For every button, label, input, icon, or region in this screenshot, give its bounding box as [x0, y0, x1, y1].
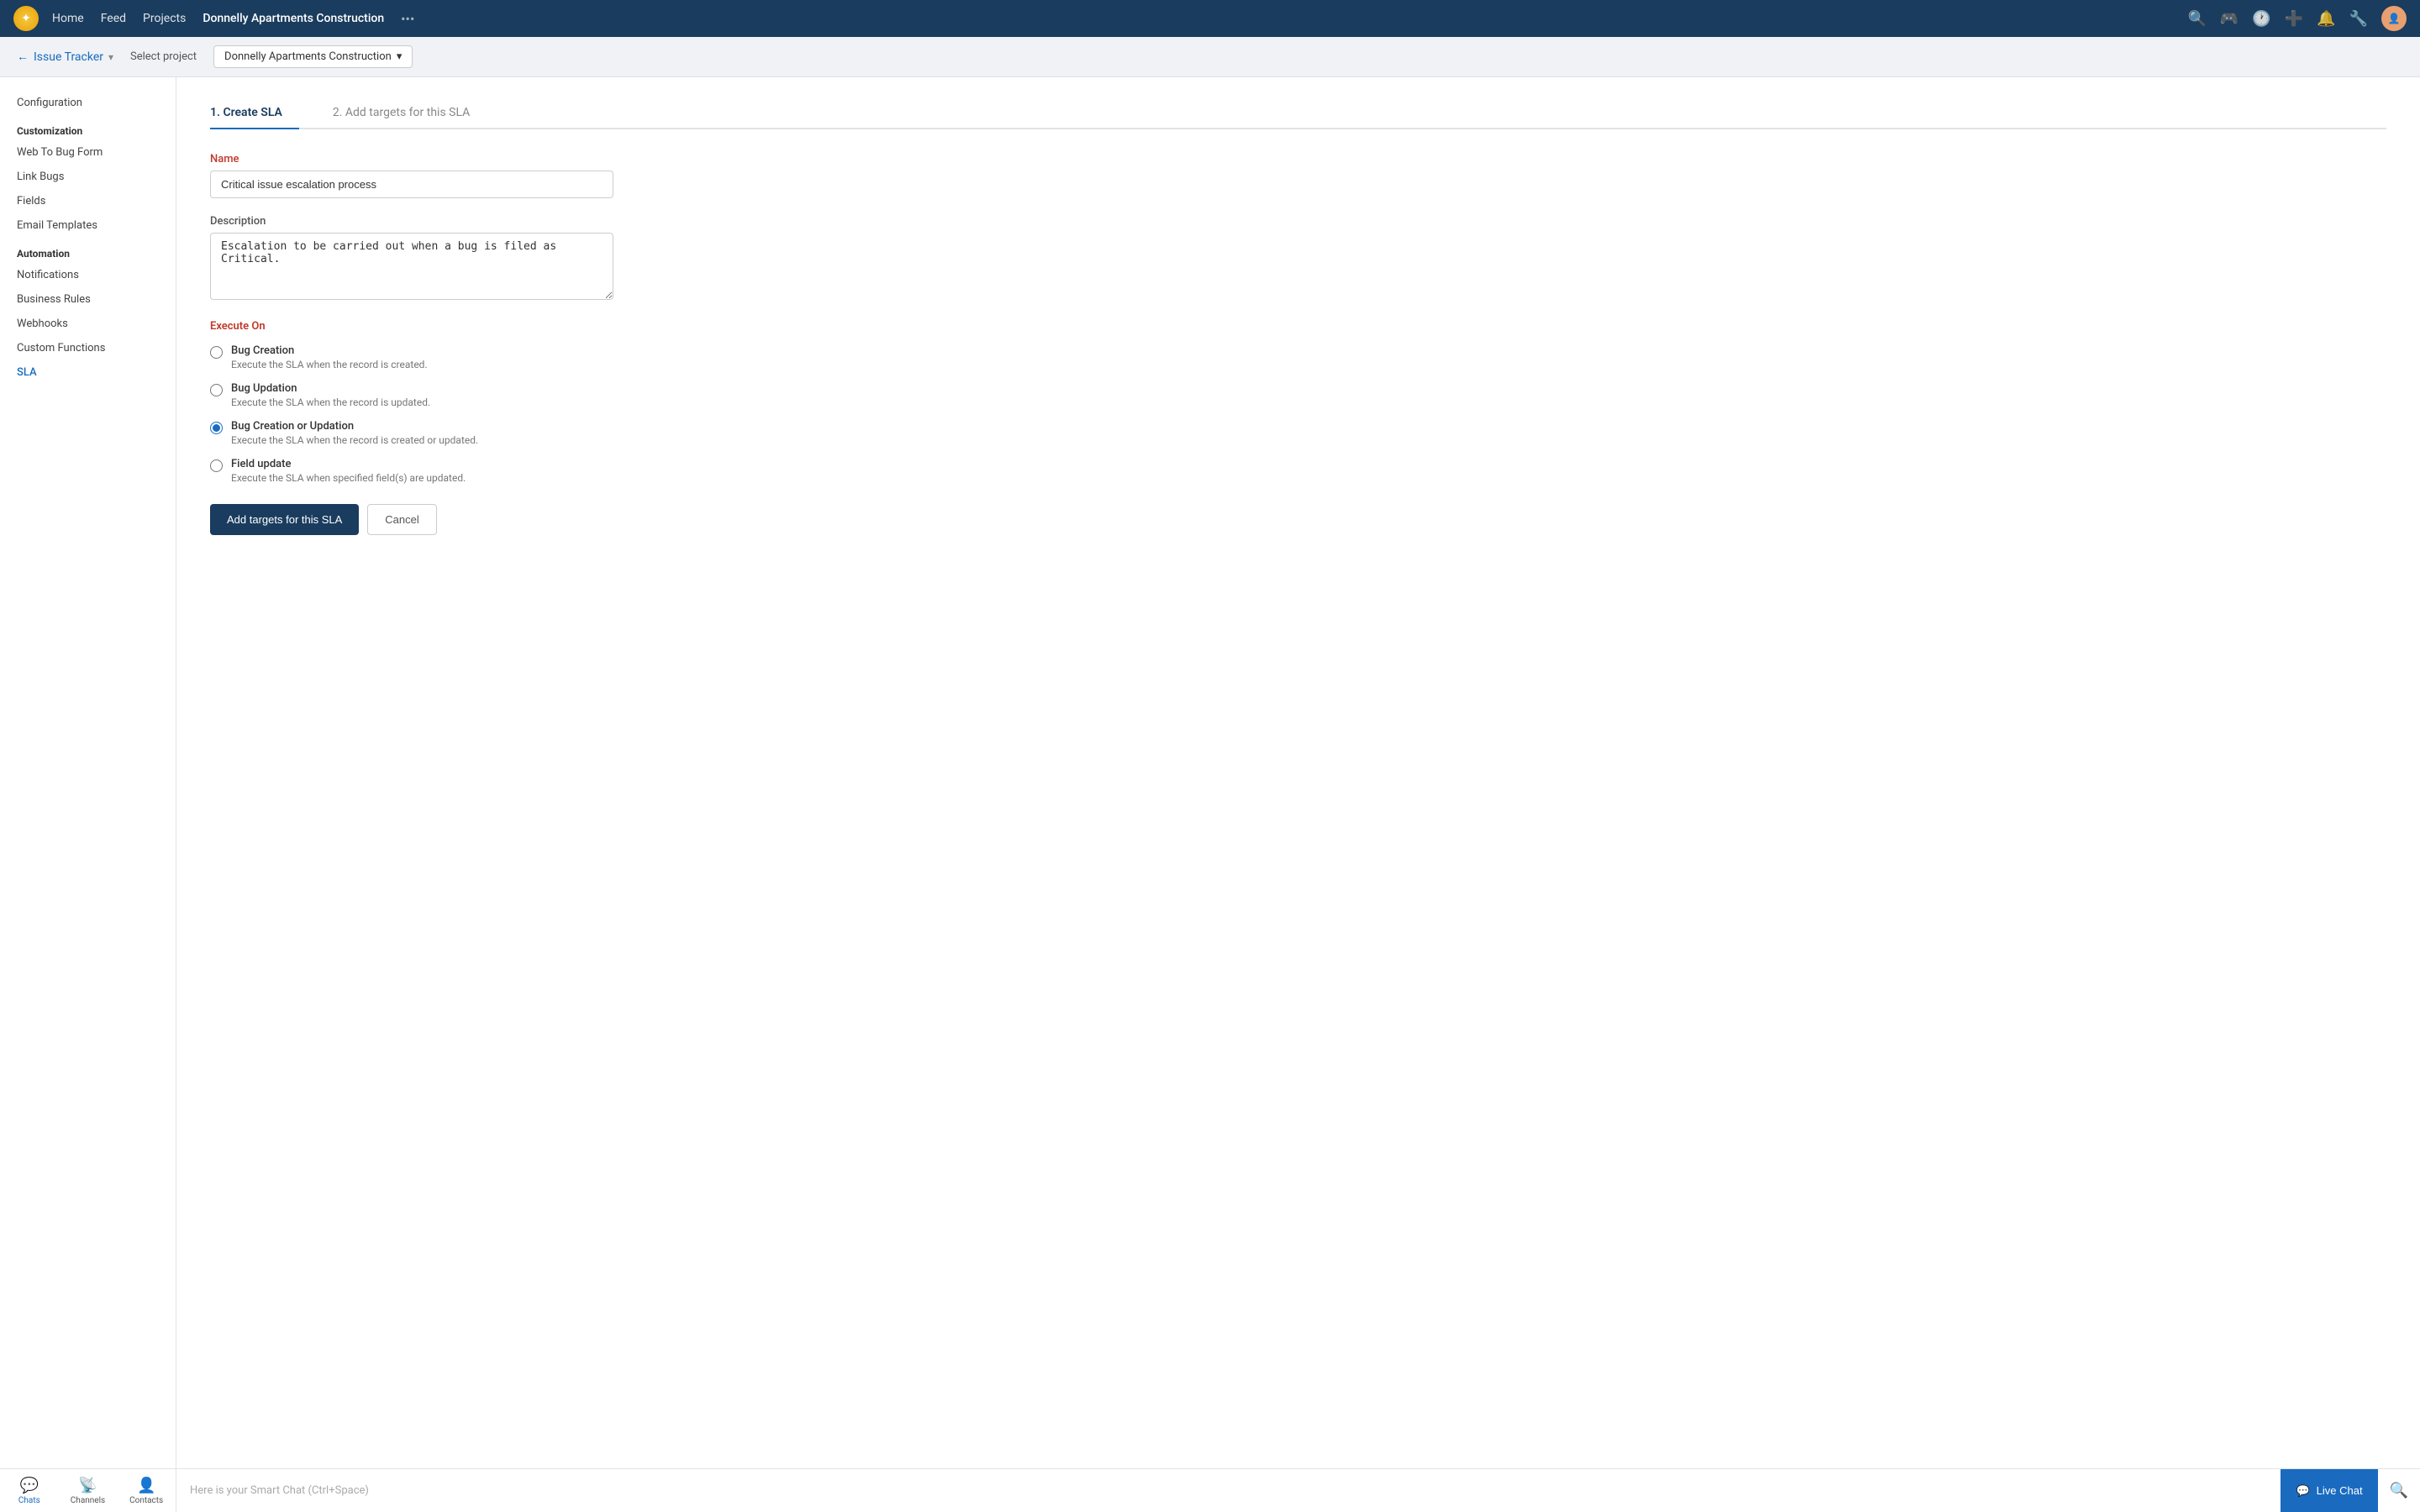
sidebar-item-fields[interactable]: Fields	[0, 189, 176, 213]
execute-on-label: Execute On	[210, 320, 613, 333]
radio-bug-creation-or-updation[interactable]: Bug Creation or Updation Execute the SLA…	[210, 420, 613, 446]
live-chat-icon: 💬	[2296, 1484, 2309, 1498]
logo-icon[interactable]: ✦	[13, 6, 39, 31]
select-project-label: Select project	[130, 50, 197, 63]
name-input[interactable]	[210, 171, 613, 198]
bottom-tab-contacts[interactable]: 👤 Contacts	[117, 1469, 176, 1512]
sidebar-item-sla[interactable]: SLA	[0, 360, 176, 385]
dropdown-icon: ▾	[108, 51, 113, 63]
bottom-tab-chats[interactable]: 💬 Chats	[0, 1469, 59, 1512]
execute-on-group: Execute On Bug Creation Execute the SLA …	[210, 320, 613, 484]
live-chat-label: Live Chat	[2317, 1484, 2363, 1497]
bottom-search-icon[interactable]: 🔍	[2378, 1482, 2420, 1499]
contacts-icon: 👤	[137, 1477, 155, 1494]
wrench-icon[interactable]: 🔧	[2349, 10, 2368, 28]
channels-label: Channels	[71, 1496, 105, 1505]
project-dropdown[interactable]: Donnelly Apartments Construction ▾	[213, 45, 413, 68]
sidebar-item-notifications[interactable]: Notifications	[0, 263, 176, 287]
sidebar-item-business-rules[interactable]: Business Rules	[0, 287, 176, 312]
sidebar-group-automation: Automation	[0, 238, 176, 263]
sidebar-item-email-templates[interactable]: Email Templates	[0, 213, 176, 238]
bottom-bar: 💬 Chats 📡 Channels 👤 Contacts Here is yo…	[0, 1468, 2420, 1512]
tab-bar: 1. Create SLA 2. Add targets for this SL…	[210, 97, 2386, 129]
radio-bug-creation-title: Bug Creation	[231, 344, 428, 357]
form-buttons: Add targets for this SLA Cancel	[210, 504, 613, 535]
name-label: Name	[210, 153, 613, 165]
sidebar: Configuration Customization Web To Bug F…	[0, 77, 176, 1468]
radio-bug-updation[interactable]: Bug Updation Execute the SLA when the re…	[210, 382, 613, 408]
top-nav: ✦ Home Feed Projects Donnelly Apartments…	[0, 0, 2420, 37]
bottom-tabs: 💬 Chats 📡 Channels 👤 Contacts	[0, 1469, 176, 1512]
main-layout: Configuration Customization Web To Bug F…	[0, 77, 2420, 1468]
nav-more-icon[interactable]: •••	[401, 11, 414, 27]
nav-right-icons: 🔍 🎮 🕐 ➕ 🔔 🔧 👤	[2187, 6, 2407, 31]
nav-home[interactable]: Home	[52, 12, 84, 25]
sidebar-item-configuration[interactable]: Configuration	[0, 91, 176, 115]
description-field-group: Description Escalation to be carried out…	[210, 215, 613, 303]
sidebar-item-link-bugs[interactable]: Link Bugs	[0, 165, 176, 189]
sidebar-item-web-to-bug-form[interactable]: Web To Bug Form	[0, 140, 176, 165]
sidebar-group-customization: Customization	[0, 115, 176, 140]
project-name: Donnelly Apartments Construction	[224, 50, 392, 63]
radio-bug-creation-input[interactable]	[210, 346, 223, 359]
sidebar-item-webhooks[interactable]: Webhooks	[0, 312, 176, 336]
nav-links: Home Feed Projects Donnelly Apartments C…	[52, 11, 2187, 27]
dropdown-chevron-icon: ▾	[397, 50, 402, 63]
description-label: Description	[210, 215, 613, 228]
sla-form: Name Description Escalation to be carrie…	[210, 153, 613, 535]
smart-chat-input[interactable]: Here is your Smart Chat (Ctrl+Space)	[176, 1484, 2281, 1497]
nav-active-project[interactable]: Donnelly Apartments Construction	[203, 12, 384, 25]
radio-bug-creation-or-updation-desc: Execute the SLA when the record is creat…	[231, 434, 478, 446]
description-input[interactable]: Escalation to be carried out when a bug …	[210, 233, 613, 300]
bottom-tab-channels[interactable]: 📡 Channels	[59, 1469, 118, 1512]
avatar[interactable]: 👤	[2381, 6, 2407, 31]
name-field-group: Name	[210, 153, 613, 198]
chats-icon: 💬	[20, 1477, 39, 1494]
radio-bug-updation-title: Bug Updation	[231, 382, 430, 395]
gamepad-icon[interactable]: 🎮	[2220, 10, 2238, 28]
tab-create-sla[interactable]: 1. Create SLA	[210, 97, 299, 129]
contacts-label: Contacts	[129, 1496, 163, 1505]
search-icon[interactable]: 🔍	[2187, 10, 2206, 28]
radio-bug-updation-input[interactable]	[210, 384, 223, 396]
main-content: 1. Create SLA 2. Add targets for this SL…	[176, 77, 2420, 1468]
smart-chat-placeholder: Here is your Smart Chat (Ctrl+Space)	[190, 1484, 369, 1497]
radio-field-update-input[interactable]	[210, 459, 223, 472]
cancel-button[interactable]: Cancel	[367, 504, 436, 535]
sub-header: ← Issue Tracker ▾ Select project Donnell…	[0, 37, 2420, 77]
sidebar-item-custom-functions[interactable]: Custom Functions	[0, 336, 176, 360]
radio-bug-creation-desc: Execute the SLA when the record is creat…	[231, 359, 428, 370]
radio-bug-creation-or-updation-input[interactable]	[210, 422, 223, 434]
clock-icon[interactable]: 🕐	[2252, 10, 2270, 28]
back-arrow-icon: ←	[17, 50, 29, 64]
nav-feed[interactable]: Feed	[101, 12, 126, 25]
add-targets-button[interactable]: Add targets for this SLA	[210, 504, 359, 535]
radio-field-update[interactable]: Field update Execute the SLA when specif…	[210, 458, 613, 484]
back-label: Issue Tracker	[34, 50, 103, 64]
radio-bug-creation[interactable]: Bug Creation Execute the SLA when the re…	[210, 344, 613, 370]
nav-projects[interactable]: Projects	[143, 12, 186, 25]
chats-label: Chats	[18, 1496, 40, 1505]
plus-icon[interactable]: ➕	[2285, 10, 2303, 28]
radio-bug-updation-desc: Execute the SLA when the record is updat…	[231, 396, 430, 408]
channels-icon: 📡	[78, 1477, 97, 1494]
radio-field-update-title: Field update	[231, 458, 466, 470]
radio-bug-creation-or-updation-title: Bug Creation or Updation	[231, 420, 478, 433]
bell-icon[interactable]: 🔔	[2317, 10, 2335, 28]
live-chat-button[interactable]: 💬 Live Chat	[2281, 1469, 2377, 1512]
back-button[interactable]: ← Issue Tracker ▾	[17, 50, 113, 64]
radio-field-update-desc: Execute the SLA when specified field(s) …	[231, 472, 466, 484]
tab-add-targets[interactable]: 2. Add targets for this SLA	[333, 97, 487, 129]
